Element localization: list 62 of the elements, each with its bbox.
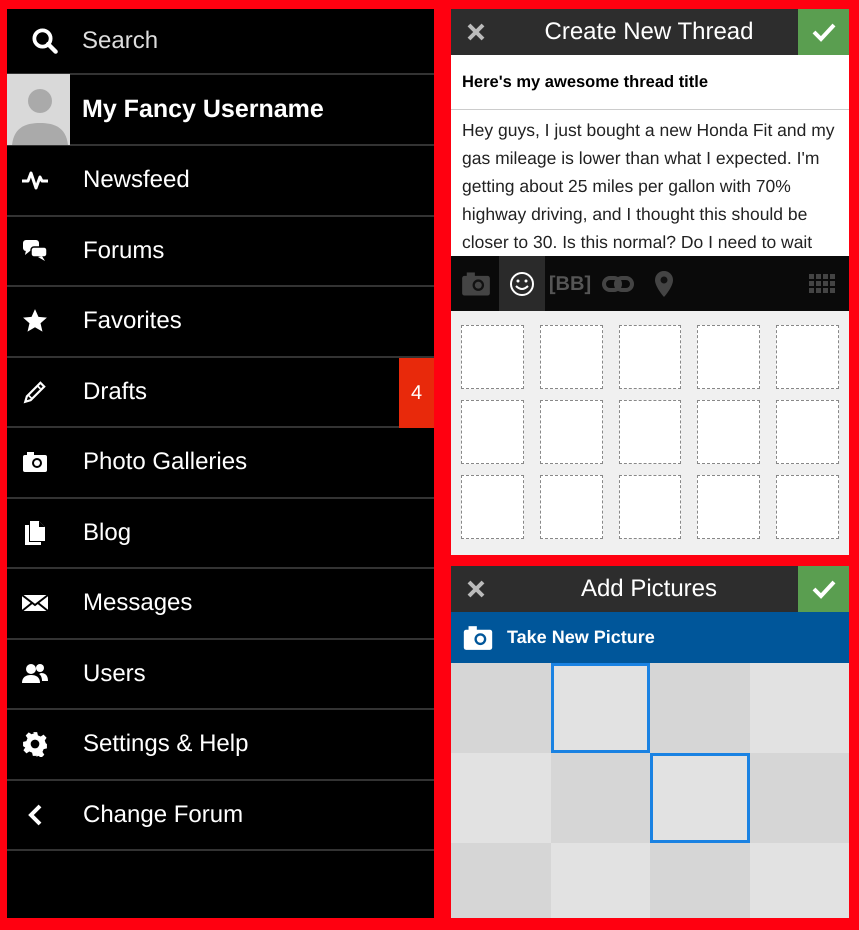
empty-slot[interactable] [540,475,603,539]
empty-slot[interactable] [540,325,603,389]
photo-thumbnail[interactable] [750,843,849,918]
empty-slot[interactable] [618,400,682,464]
empty-slot[interactable] [461,400,524,464]
panel-title: Add Pictures [580,574,718,604]
smiley-icon[interactable] [499,256,545,311]
empty-slot[interactable] [618,475,682,539]
photo-thumbnail[interactable] [650,753,750,843]
menu-item[interactable]: Photo Galleries [7,428,434,498]
photo-thumbnail[interactable] [550,663,650,753]
photo-thumbnail[interactable] [650,663,750,753]
empty-slot[interactable] [461,475,524,539]
people-icon [21,662,49,685]
star-icon [22,308,48,334]
title-field[interactable]: Here's my awesome thread title [451,55,849,110]
empty-slot[interactable] [776,475,839,539]
photo-thumbnail[interactable] [451,753,550,843]
empty-slot[interactable] [540,400,603,464]
empty-slot[interactable] [461,325,524,389]
body-field[interactable]: Hey guys, I just bought a new Honda Fit and my gas mileage is lower than what I expected. I'm getting about 25 miles per gallon with 70% highway driving, and I thought this should be closer to 30. Is this normal? Do I need to wait [451,110,849,256]
menu-item[interactable]: Users [7,640,434,710]
photo-thumbnail[interactable] [550,843,650,918]
photo-thumbnail[interactable] [550,753,650,843]
confirm-button[interactable] [798,9,849,55]
menu-item[interactable]: Forums [7,216,434,287]
menu-item[interactable]: Settings & Help [7,710,434,780]
search-field[interactable]: Search [82,21,412,61]
chat-bubbles-icon [22,238,48,263]
empty-slot[interactable] [697,400,760,464]
count-badge: 4 [399,358,434,428]
empty-slot[interactable] [776,400,839,464]
empty-slot[interactable] [697,475,760,539]
username: My Fancy Username [82,94,324,125]
avatar [7,74,70,145]
empty-slot[interactable] [776,325,839,389]
envelope-icon [21,593,49,614]
documents-icon [23,520,47,546]
menu-item[interactable]: Newsfeed [7,146,434,216]
empty-slot[interactable] [697,325,760,389]
confirm-button[interactable] [798,566,849,612]
empty-slot[interactable] [618,325,682,389]
photo-thumbnail[interactable] [750,753,849,843]
camera-icon [22,451,48,474]
photo-thumbnail[interactable] [451,843,550,918]
menu-item[interactable]: Blog [7,498,434,569]
camera-icon [462,624,494,650]
photo-thumbnail[interactable] [451,663,550,753]
check-icon [812,22,836,42]
check-icon [812,579,836,599]
menu-item[interactable]: Favorites [7,287,434,358]
take-picture-button[interactable]: Take New Picture [451,612,849,663]
panel-title: Create New Thread [544,17,754,47]
settings-icon [22,731,48,758]
search-icon [30,26,60,56]
pencil-icon [22,378,48,405]
menu-item[interactable]: Change Forum [7,780,434,851]
pulse-icon [21,170,49,190]
photo-thumbnail[interactable] [750,663,849,753]
menu-item[interactable]: Messages [7,569,434,640]
photo-thumbnail[interactable] [650,843,750,918]
menu-item[interactable]: Drafts 4 [7,358,434,428]
